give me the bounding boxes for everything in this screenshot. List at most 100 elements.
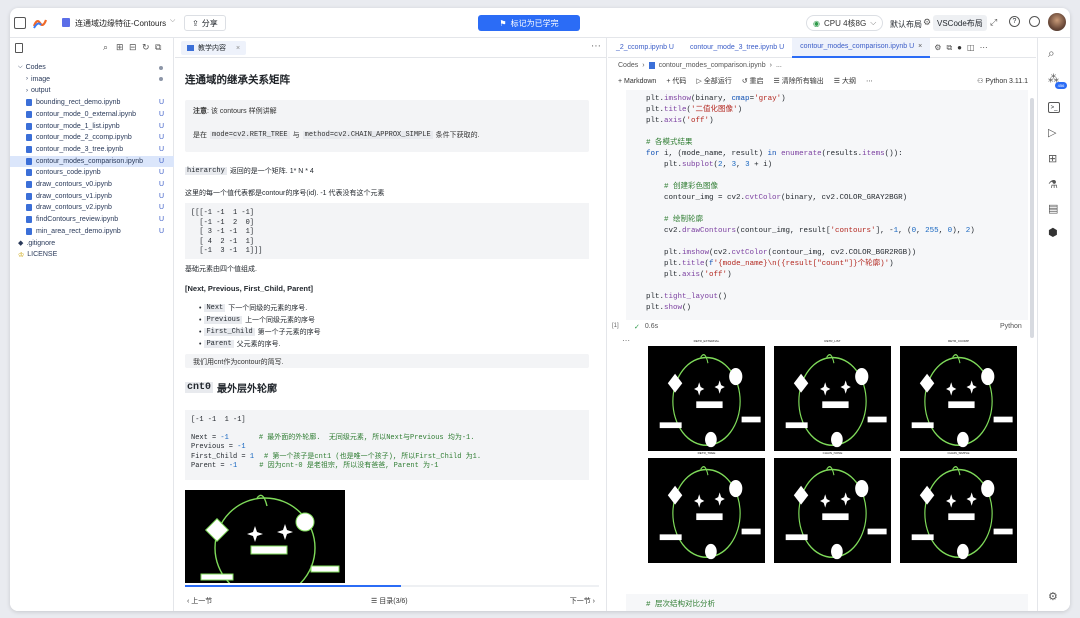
chat-icon[interactable] xyxy=(1029,16,1040,27)
sidebar-item[interactable]: findContours_review.ipynb U xyxy=(10,214,174,225)
license-icon: ♔ xyxy=(18,251,25,259)
tutorial-panel: 教学内容 × ⋯ 连通域的继承关系矩阵 注意: 该 contours 样例讲解 … xyxy=(175,38,607,611)
settings-icon[interactable]: ⚙ xyxy=(1048,590,1058,603)
sidebar-item[interactable]: ◆ .gitignore xyxy=(10,238,174,249)
tutorial-footer: ‹ 上一节 ☰ 目录(3/6) 下一节 › xyxy=(175,588,606,611)
clear-outputs-button[interactable]: ☰ 清除所有输出 xyxy=(774,76,824,86)
table-icon[interactable]: ▤ xyxy=(1048,202,1058,215)
status-badge: U xyxy=(158,192,164,200)
subplot-title: RETR_EXTERNAL xyxy=(693,339,720,343)
sidebar-item-label: .gitignore xyxy=(26,239,56,247)
notebook-icon xyxy=(62,18,70,27)
gear-icon[interactable]: ⚙ xyxy=(934,43,941,52)
mark-learned-button[interactable]: ⚑ 标记为已学完 xyxy=(478,15,580,31)
new-folder-icon[interactable]: ⊟ xyxy=(129,42,137,53)
toc-button[interactable]: ☰ 目录(3/6) xyxy=(371,596,408,606)
tab-tree[interactable]: contour_mode_3_tree.ipynb U xyxy=(682,38,792,58)
kernel-selector[interactable]: ⚇ Python 3.11.1 xyxy=(977,77,1028,85)
layout-vscode-button[interactable]: VSCode布局 xyxy=(933,15,987,31)
sidebar-item[interactable]: › image xyxy=(10,74,174,85)
notebook-file-icon xyxy=(26,181,32,188)
tab-comparison[interactable]: contour_modes_comparison.ipynb U × xyxy=(792,38,931,58)
sidebar-item-label: draw_contours_v0.ipynb xyxy=(36,181,112,188)
more-icon[interactable]: ⋯ xyxy=(591,41,601,52)
cpu-selector[interactable]: ◉ CPU 4核8G ⌵ xyxy=(806,15,884,31)
copy-icon[interactable]: ⧉ xyxy=(946,43,952,53)
code-text: plt.imshow(binary, cmap='gray') plt.titl… xyxy=(646,95,975,312)
blocks-icon[interactable]: ⊞ xyxy=(1048,152,1057,165)
tab-tutorial[interactable]: 教学内容 × xyxy=(181,41,247,55)
chevron-down-icon[interactable]: ⌵ xyxy=(170,17,175,25)
code-cell[interactable]: plt.imshow(binary, cmap='gray') plt.titl… xyxy=(626,90,1028,320)
outline-button[interactable]: ☰ 大纲 xyxy=(834,76,856,86)
more-icon[interactable]: ⋯ xyxy=(980,43,988,52)
cpu-icon: ◉ xyxy=(813,18,820,28)
subplot-title: RETR_LIST xyxy=(824,339,841,343)
more-icon[interactable]: ⋯ xyxy=(866,77,873,85)
share-icon: ⇪ xyxy=(192,18,199,28)
sidebar-item[interactable]: min_area_rect_demo.ipynb U xyxy=(10,226,174,237)
sidebar-item-label: image xyxy=(31,75,51,83)
sidebar-item[interactable]: ⌵ Codes xyxy=(10,62,174,73)
close-icon[interactable]: × xyxy=(918,43,922,50)
sidebar-item[interactable]: ♔ LICENSE xyxy=(10,249,174,260)
close-icon[interactable]: × xyxy=(236,45,240,52)
list-item: • Next 下一个同级的元素的序号. xyxy=(199,304,308,312)
sidebar-item-label: contour_mode_1_list.ipynb xyxy=(36,122,120,130)
avatar[interactable] xyxy=(1048,13,1066,31)
project-title[interactable]: 连通域边缘特征-Contours xyxy=(75,18,166,29)
code-line: Previous = -1 xyxy=(191,443,246,451)
collapse-icon[interactable]: ⧉ xyxy=(155,42,161,53)
scrollbar[interactable] xyxy=(1030,98,1034,338)
sidebar-item[interactable]: contour_mode_1_list.ipynb U xyxy=(10,121,174,132)
add-code-button[interactable]: + 代码 xyxy=(666,76,686,86)
output-more-icon[interactable]: ⋯ xyxy=(622,336,630,345)
note-box: 注意: 该 contours 样例讲解 是在 mode=cv2.RETR_TREE… xyxy=(185,100,589,152)
sidebar-item[interactable]: › output xyxy=(10,85,174,96)
restart-button[interactable]: ↺ 重启 xyxy=(742,76,764,86)
refresh-icon[interactable]: ↻ xyxy=(142,42,150,53)
add-markdown-button[interactable]: + Markdown xyxy=(618,78,656,85)
next-code-cell[interactable]: # 层次结构对比分析 xyxy=(626,594,1028,611)
record-icon[interactable]: ● xyxy=(957,43,962,52)
git-icon: ◆ xyxy=(18,240,24,247)
expand-icon[interactable]: ⤢ xyxy=(990,17,997,28)
chevron-down-icon: ⌵ xyxy=(870,18,877,27)
split-icon[interactable]: ◫ xyxy=(967,43,975,52)
sidebar-item-label: Codes xyxy=(25,64,46,71)
tutorial-tabbar: 教学内容 × ⋯ xyxy=(175,38,606,58)
notebook-file-icon xyxy=(26,204,32,212)
tab-ccomp[interactable]: _2_ccomp.ipynb U xyxy=(608,38,682,58)
sidebar-item[interactable]: contour_mode_0_external.ipynb U xyxy=(10,109,174,120)
files-icon[interactable] xyxy=(15,43,23,53)
sidebar-item[interactable]: contours_code.ipynb U xyxy=(10,167,174,178)
settings-icon[interactable]: ⚙ xyxy=(923,17,931,28)
run-all-button[interactable]: ▷ 全部运行 xyxy=(696,76,731,86)
share-button[interactable]: ⇪ 分享 xyxy=(184,15,226,31)
help-icon[interactable]: ? xyxy=(1009,16,1020,27)
search-icon[interactable]: ⌕ xyxy=(1048,46,1055,61)
status-badge: U xyxy=(158,216,164,224)
hexagon-icon[interactable]: ⬢ xyxy=(1048,226,1058,239)
sidebar-toggle-icon[interactable] xyxy=(14,17,26,29)
book-icon xyxy=(187,45,194,51)
sidebar-item[interactable]: contour_mode_2_ccomp.ipynb U xyxy=(10,132,174,143)
sidebar-item[interactable]: draw_contours_v1.ipynb U xyxy=(10,191,174,202)
sidebar-item[interactable]: draw_contours_v2.ipynb U xyxy=(10,202,174,213)
next-section-button[interactable]: 下一节 › xyxy=(570,596,595,606)
sidebar-item[interactable]: draw_contours_v0.ipynb U xyxy=(10,179,174,190)
cell-language[interactable]: Python xyxy=(1000,323,1022,330)
terminal-icon[interactable]: >_ xyxy=(1048,102,1060,113)
run-debug-icon[interactable]: ▷ xyxy=(1048,126,1056,139)
search-icon[interactable]: ⌕ xyxy=(103,42,108,53)
activity-bar: ⌕ ⁂ 456 >_ ▷ ⊞ ⚗ ▤ ⬢ ⚙ xyxy=(1037,38,1070,611)
flask-icon[interactable]: ⚗ xyxy=(1048,178,1058,191)
sidebar-item[interactable]: bounding_rect_demo.ipynb U xyxy=(10,97,174,108)
layout-default-button[interactable]: 默认布局 xyxy=(890,19,922,30)
sidebar-item-label: bounding_rect_demo.ipynb xyxy=(36,99,121,107)
new-file-icon[interactable]: ⊞ xyxy=(116,42,124,53)
sidebar-item[interactable]: contour_mode_3_tree.ipynb U xyxy=(10,144,174,155)
run-icon: ▷ xyxy=(696,78,702,85)
prev-section-button[interactable]: ‹ 上一节 xyxy=(187,596,212,606)
sidebar-item[interactable]: contour_modes_comparison.ipynb U xyxy=(10,155,174,167)
